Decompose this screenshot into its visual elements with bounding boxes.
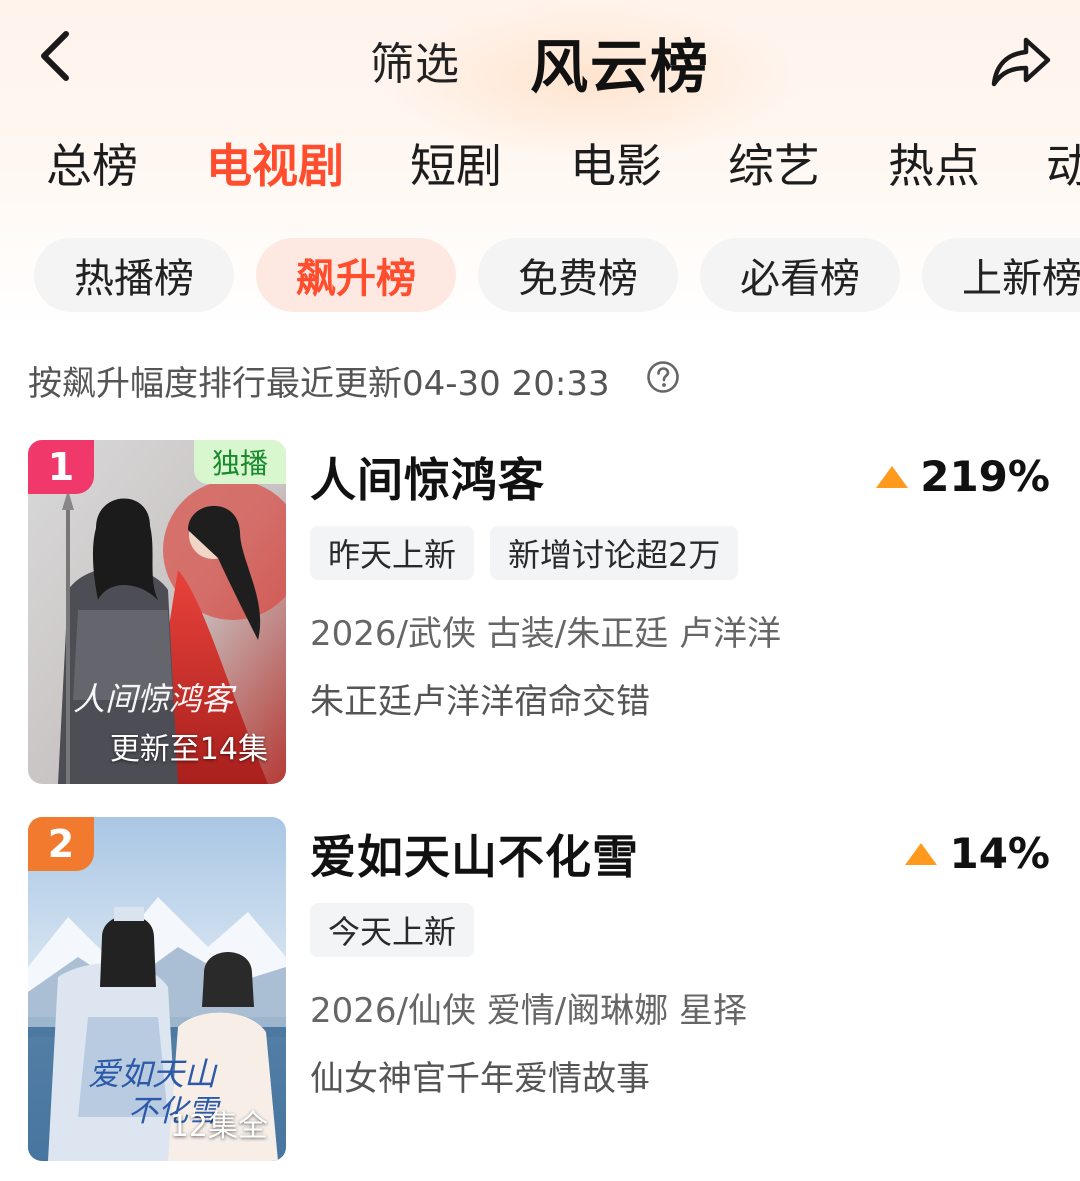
tab-anime[interactable]: 动 bbox=[1046, 130, 1080, 196]
tag: 今天上新 bbox=[310, 903, 475, 957]
item-meta: 2026/仙侠 爱情/阚琳娜 星择 bbox=[310, 991, 748, 1031]
tag-list: 今天上新 bbox=[310, 903, 475, 957]
rank-badge: 1 bbox=[28, 440, 94, 494]
category-tabs: 总榜 电视剧 短剧 电影 综艺 热点 动 bbox=[0, 130, 1080, 200]
subtab-hot[interactable]: 热播榜 bbox=[34, 238, 234, 312]
list-item[interactable]: 爱如天山 不化雪 2 12集全 爱如天山不化雪 14% 今天上新 2026/仙侠… bbox=[0, 817, 1080, 1162]
share-icon bbox=[991, 37, 1051, 87]
poster-image[interactable]: 爱如天山 不化雪 2 12集全 bbox=[28, 817, 286, 1161]
rank-change: 14% bbox=[905, 829, 1050, 878]
tab-movie[interactable]: 电影 bbox=[570, 130, 662, 196]
svg-text:爱如天山: 爱如天山 bbox=[88, 1055, 218, 1093]
tag-list: 昨天上新 新增讨论超2万 bbox=[310, 526, 739, 580]
tab-short-drama[interactable]: 短剧 bbox=[410, 130, 502, 196]
change-value: 14% bbox=[949, 829, 1050, 878]
chevron-left-icon bbox=[41, 31, 69, 81]
sort-description: 按飙升幅度排行最近更新04-30 20:33 bbox=[28, 364, 610, 404]
share-button[interactable] bbox=[986, 30, 1056, 90]
trend-up-icon bbox=[905, 842, 938, 865]
subtab-must-watch[interactable]: 必看榜 bbox=[700, 238, 900, 312]
exclusive-badge: 独播 bbox=[194, 440, 286, 484]
episode-status: 更新至14集 bbox=[109, 732, 268, 767]
rank-badge: 2 bbox=[28, 817, 94, 871]
tab-variety[interactable]: 综艺 bbox=[728, 130, 820, 196]
trend-up-icon bbox=[876, 465, 909, 488]
help-icon[interactable] bbox=[646, 360, 680, 394]
ranking-subtabs: 热播榜 飙升榜 免费榜 必看榜 上新榜 bbox=[0, 238, 1080, 314]
item-description: 朱正廷卢洋洋宿命交错 bbox=[310, 682, 650, 722]
subtab-free[interactable]: 免费榜 bbox=[478, 238, 678, 312]
change-value: 219% bbox=[920, 452, 1050, 501]
tab-overall[interactable]: 总榜 bbox=[46, 130, 138, 196]
page-title: 风云榜 bbox=[530, 33, 711, 101]
filter-button[interactable]: 筛选 bbox=[370, 28, 460, 92]
episode-status: 12集全 bbox=[169, 1109, 268, 1144]
poster-image[interactable]: 人间惊鸿客 1 独播 更新至14集 bbox=[28, 440, 286, 784]
svg-text:人间惊鸿客: 人间惊鸿客 bbox=[73, 680, 237, 718]
tag: 新增讨论超2万 bbox=[490, 526, 739, 580]
tag: 昨天上新 bbox=[310, 526, 475, 580]
item-title[interactable]: 人间惊鸿客 bbox=[310, 444, 545, 510]
subtab-rising[interactable]: 飙升榜 bbox=[256, 238, 456, 312]
back-button[interactable] bbox=[30, 26, 86, 86]
top-bar: 筛选 风云榜 bbox=[0, 0, 1080, 112]
item-title[interactable]: 爱如天山不化雪 bbox=[310, 821, 639, 887]
subtab-new[interactable]: 上新榜 bbox=[922, 238, 1080, 312]
list-item[interactable]: 人间惊鸿客 1 独播 更新至14集 人间惊鸿客 219% 昨天上新 新增讨论超2… bbox=[0, 440, 1080, 785]
rank-change: 219% bbox=[876, 452, 1050, 501]
item-meta: 2026/武侠 古装/朱正廷 卢洋洋 bbox=[310, 614, 782, 654]
item-description: 仙女神官千年爱情故事 bbox=[310, 1059, 650, 1099]
tab-tv-series[interactable]: 电视剧 bbox=[206, 130, 344, 196]
tab-trending[interactable]: 热点 bbox=[888, 130, 980, 196]
